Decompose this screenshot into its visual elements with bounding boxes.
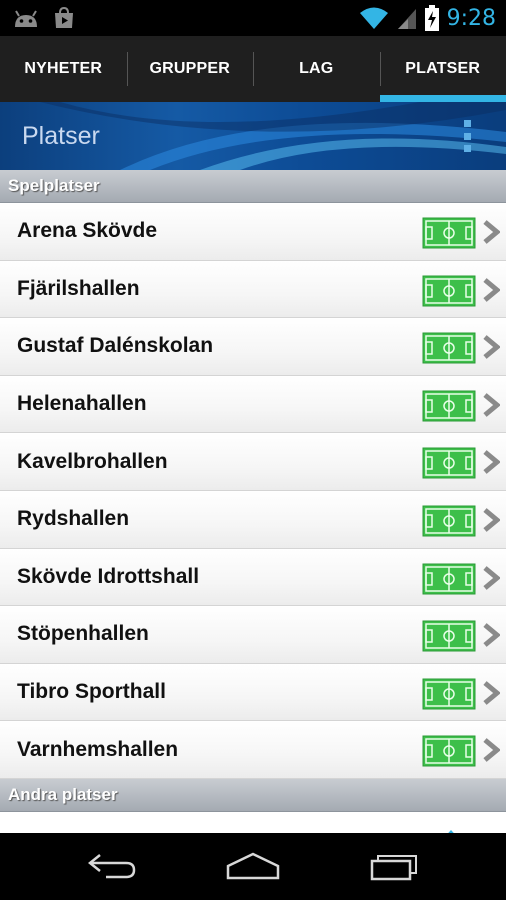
venue-name: Fjärilshallen <box>17 276 140 300</box>
section-header-spelplatser: Spelplatser <box>0 170 506 203</box>
action-bar: Platser <box>0 102 506 170</box>
tab-label: GRUPPER <box>149 60 231 77</box>
list-item-partial[interactable] <box>0 811 506 833</box>
venue-name: Tibro Sporthall <box>17 680 166 704</box>
android-icon <box>15 10 37 27</box>
sports-field-icon <box>422 505 476 537</box>
tab-nyheter[interactable]: NYHETER <box>0 36 127 102</box>
list-item[interactable]: Rydshallen <box>0 490 506 549</box>
sports-field-icon <box>422 390 476 422</box>
venue-name: Varnhemshallen <box>17 737 179 761</box>
battery-charging-icon <box>424 5 439 31</box>
sports-field-icon <box>422 447 476 479</box>
list-item[interactable]: Varnhemshallen <box>0 721 506 779</box>
tab-label: NYHETER <box>24 60 103 77</box>
chevron-right-icon <box>483 565 500 590</box>
tab-label: LAG <box>299 60 334 77</box>
tab-grupper[interactable]: GRUPPER <box>126 36 254 102</box>
tab-platser[interactable]: PLATSER <box>379 36 506 102</box>
chevron-right-icon <box>483 623 500 648</box>
tab-label: PLATSER <box>405 60 481 77</box>
chevron-right-icon <box>483 392 500 417</box>
venue-name: Rydshallen <box>17 507 130 531</box>
chevron-right-icon <box>483 508 500 532</box>
home-icon[interactable] <box>226 851 280 881</box>
venue-name: Stöpenhallen <box>17 622 149 646</box>
tab-bar: NYHETER GRUPPER LAG PLATSER <box>0 36 506 102</box>
venue-name: Skövde Idrottshall <box>17 564 200 588</box>
chevron-right-icon <box>483 450 500 475</box>
clock: 9:28 <box>446 5 496 31</box>
chevron-right-icon <box>483 220 500 244</box>
list-item[interactable]: Skövde Idrottshall <box>0 548 506 607</box>
list-item[interactable]: Stöpenhallen <box>0 606 506 664</box>
status-bar: 9:28 <box>0 0 506 36</box>
recent-apps-icon[interactable] <box>370 851 420 881</box>
list-item[interactable]: Kavelbrohallen <box>0 433 506 491</box>
page-title: Platser <box>22 122 100 150</box>
list-item[interactable]: Tibro Sporthall <box>0 663 506 722</box>
back-icon[interactable] <box>86 851 138 881</box>
list-item[interactable]: Arena Skövde <box>0 203 506 261</box>
tab-lag[interactable]: LAG <box>253 36 380 102</box>
list-item[interactable]: Fjärilshallen <box>0 260 506 319</box>
list-item[interactable]: Gustaf Dalénskolan <box>0 318 506 376</box>
chevron-right-icon <box>483 277 500 302</box>
venue-name: Arena Skövde <box>17 219 158 243</box>
sports-field-icon <box>422 620 476 652</box>
venue-list: Spelplatser Arena Skövde Fjärilshallen G… <box>0 170 506 833</box>
signal-icon <box>397 9 416 29</box>
sports-field-icon <box>422 217 476 249</box>
play-store-icon <box>55 6 73 28</box>
overflow-menu-icon[interactable] <box>464 120 472 152</box>
sports-field-icon <box>422 563 476 595</box>
system-nav-bar <box>0 833 506 900</box>
chevron-right-icon <box>483 738 500 763</box>
sports-field-icon <box>422 275 476 307</box>
venue-name: Gustaf Dalénskolan <box>17 334 214 358</box>
chevron-right-icon <box>483 335 500 360</box>
sports-field-icon <box>422 678 476 710</box>
sports-field-icon <box>422 332 476 364</box>
list-item[interactable]: Helenahallen <box>0 375 506 434</box>
venue-name: Kavelbrohallen <box>17 449 168 473</box>
section-header-andra-platser: Andra platser <box>0 778 506 812</box>
sports-field-icon <box>422 735 476 767</box>
venue-name: Helenahallen <box>17 392 147 416</box>
map-pin-icon <box>448 829 454 833</box>
wifi-icon <box>359 7 388 29</box>
chevron-right-icon <box>483 680 500 705</box>
